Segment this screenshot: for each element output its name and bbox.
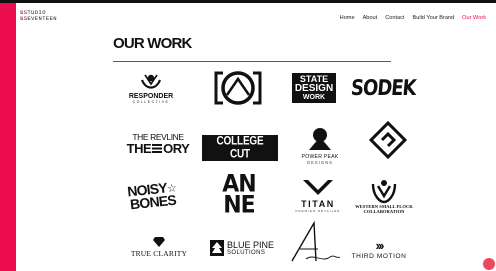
logo-sodek[interactable]: SODEK (343, 65, 423, 111)
hands-flock-icon (371, 179, 397, 203)
logo-true-clarity[interactable]: TRUE CLARITY (119, 227, 199, 267)
logo-revline-theory[interactable]: THE REVLINE THE ORY (118, 121, 198, 167)
logo-third-motion[interactable]: ››› THIRD MOTION (342, 231, 416, 267)
logo-western-small-flock[interactable]: WESTERN SMALL FLOCK COLLABORATION (344, 169, 424, 221)
logo-script-a[interactable] (281, 217, 347, 271)
triple-chevron-icon: ››› (375, 237, 385, 253)
logo-power-peak-designs[interactable]: POWER PEAK DESIGNS (281, 119, 359, 171)
revline-bars-icon (152, 143, 163, 153)
nav-about[interactable]: About (363, 15, 378, 21)
nav-our-work[interactable]: Our Work (462, 15, 486, 21)
nav-contact[interactable]: Contact (385, 15, 404, 21)
title-divider (113, 61, 391, 62)
logo-blue-pine[interactable]: BLUE PINE SOLUTIONS (202, 231, 282, 265)
script-a-icon (291, 220, 341, 262)
logo-geometric-circle[interactable] (202, 65, 274, 111)
peak-dome-icon (309, 127, 331, 150)
nav-home[interactable]: Home (340, 15, 355, 21)
pine-box-icon (209, 240, 224, 256)
logo-noisy-bones[interactable]: NOISY☆ BONES (116, 173, 188, 219)
logo-responder-collective[interactable]: RESPONDER COLLECTIVE (115, 65, 187, 111)
responder-emblem-icon (140, 74, 162, 89)
circle-brackets-icon (214, 71, 262, 105)
chat-bubble-button[interactable] (483, 258, 495, 270)
logo-diamond-monogram[interactable] (352, 117, 424, 163)
diamond-gem-icon (153, 237, 165, 247)
nav-build-your-brand[interactable]: Build Your Brand (412, 15, 454, 21)
brand-logo[interactable]: SSTUDIO SSEVENTEEN (20, 10, 57, 21)
logo-anne[interactable]: AN NE (203, 169, 275, 223)
titan-chevron-icon (303, 180, 333, 195)
page-container: SSTUDIO SSEVENTEEN Home About Contact Bu… (16, 3, 496, 271)
main-nav: Home About Contact Build Your Brand Our … (340, 15, 486, 21)
logo-college-cut[interactable]: COLLEGE CUT (202, 125, 278, 171)
diamond-monogram-icon (368, 120, 408, 160)
logo-state-design-work[interactable]: STATE DESIGN WORK (278, 63, 350, 113)
page-title: OUR WORK (113, 35, 192, 52)
